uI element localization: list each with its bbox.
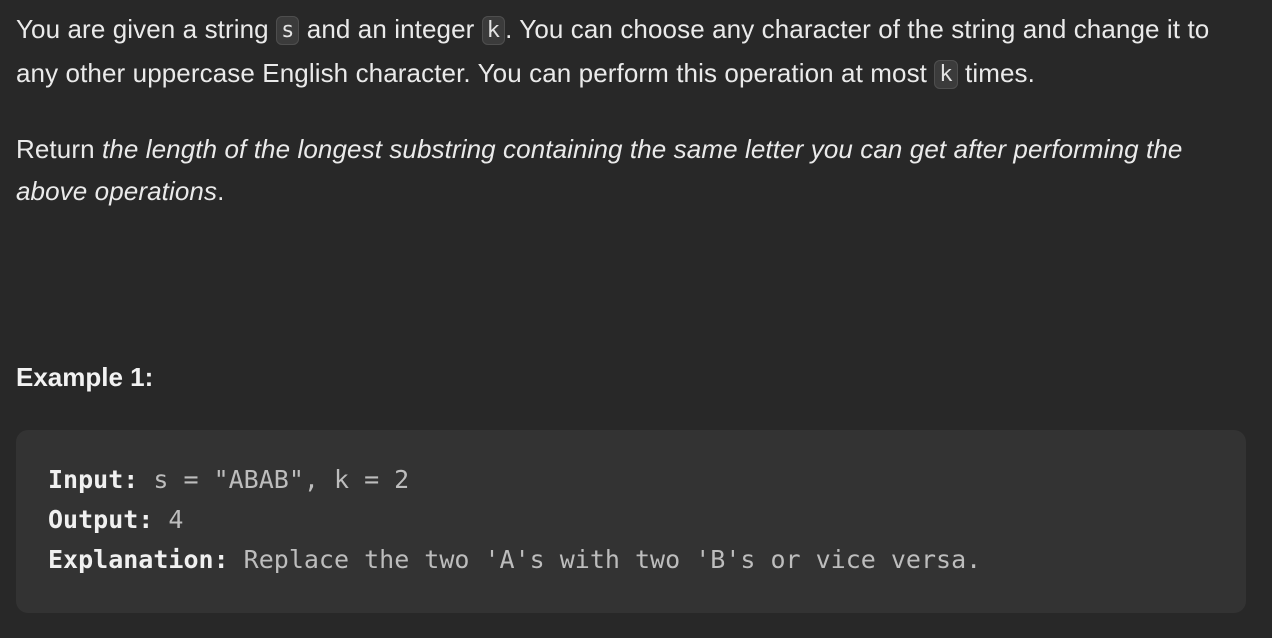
description-paragraph: You are given a string s and an integer … xyxy=(16,8,1246,96)
example-explanation-line: Explanation: Replace the two 'A's with t… xyxy=(48,540,1246,580)
code-k: k xyxy=(481,16,506,45)
text-segment: times. xyxy=(957,58,1035,88)
return-paragraph: Return the length of the longest substri… xyxy=(16,128,1246,212)
input-value: s = "ABAB", k = 2 xyxy=(138,465,410,494)
text-segment: and an integer xyxy=(299,14,482,44)
explanation-value: Replace the two 'A's with two 'B's or vi… xyxy=(228,545,982,574)
example-block: Input: s = "ABAB", k = 2 Output: 4 Explana… xyxy=(16,430,1246,613)
example-title: Example 1: xyxy=(16,362,154,392)
example-output-line: Output: 4 xyxy=(48,500,1246,540)
explanation-label: Explanation: xyxy=(48,545,229,574)
example-input-line: Input: s = "ABAB", k = 2 xyxy=(48,460,1246,500)
text-segment: . xyxy=(217,176,225,206)
problem-description: You are given a string s and an integer … xyxy=(16,8,1246,212)
code-s: s xyxy=(276,16,300,45)
text-segment: You are given a string xyxy=(16,14,277,44)
output-value: 4 xyxy=(153,505,184,534)
code-k: k xyxy=(934,60,958,89)
input-label: Input: xyxy=(48,465,139,494)
return-emphasis: the length of the longest substring cont… xyxy=(16,134,1183,206)
text-segment: Return xyxy=(16,134,102,164)
output-label: Output: xyxy=(48,505,154,534)
